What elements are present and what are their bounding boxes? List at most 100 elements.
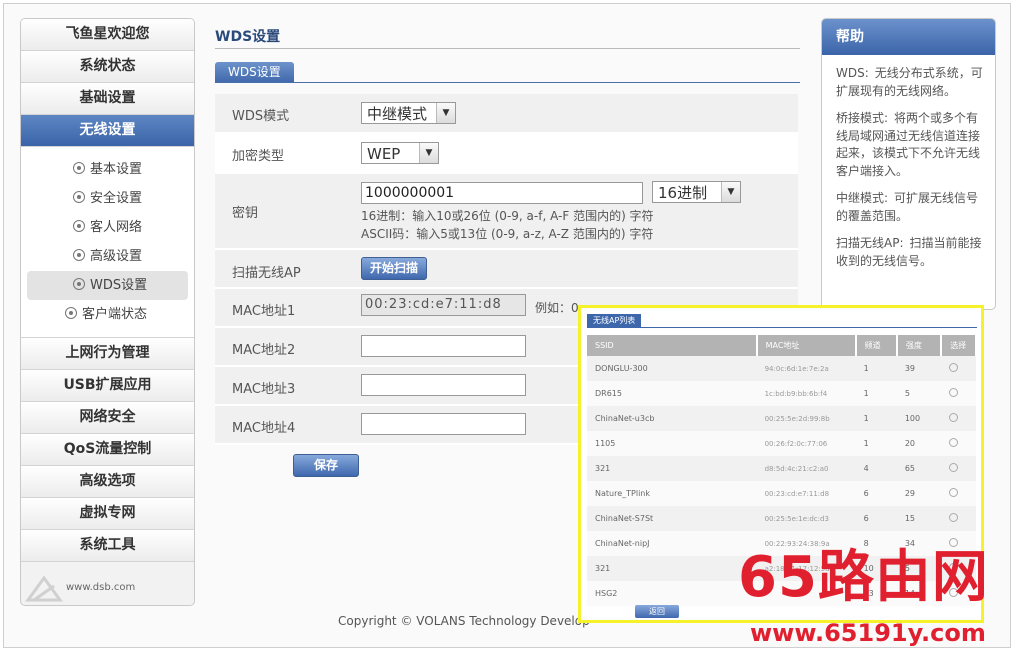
ap-channel: 6	[855, 481, 897, 506]
submenu-security[interactable]: 安全设置	[21, 184, 194, 213]
ap-select-cell	[941, 456, 976, 481]
ap-select-radio[interactable]	[949, 438, 959, 447]
key-hint-hex: 16进制：输入10或26位 (0-9, a-f, A-F 范围内的) 字符	[361, 209, 654, 223]
ap-select-radio[interactable]	[949, 513, 959, 522]
col-channel: 频道	[855, 335, 898, 356]
encryption-value: WEP	[367, 145, 401, 163]
ap-mac: 94:0c:6d:1e:7e:2a	[756, 356, 856, 381]
col-mac: MAC地址	[756, 335, 857, 356]
ap-mac: 1c:bd:b9:bb:6b:f4	[756, 381, 856, 406]
radio-icon	[73, 191, 85, 203]
tab-divider	[215, 82, 800, 83]
col-select: 选择	[941, 335, 977, 356]
wireless-submenu: 基本设置 安全设置 客人网络 高级设置 WDS设置 客户端状态	[21, 147, 194, 338]
ap-mac: 00:23:cd:e7:11:d8	[756, 481, 856, 506]
mac3-input[interactable]	[361, 374, 526, 396]
menu-behavior-mgmt[interactable]: 上网行为管理	[21, 338, 194, 370]
mac4-input[interactable]	[361, 413, 526, 435]
key-input[interactable]: 1000000001	[361, 182, 643, 204]
chevron-down-icon: ▼	[721, 182, 740, 202]
help-panel: 帮助 WDS: 无线分布式系统，可扩展现有的无线网络。 桥接模式: 将两个或多个有线…	[821, 18, 996, 310]
ap-strength: 100	[896, 406, 942, 431]
ap-ssid: ChinaNet-nipJ	[587, 531, 757, 556]
ap-select-cell	[941, 481, 976, 506]
row-encryption: 加密类型 WEP ▼	[215, 134, 798, 174]
ap-select-radio[interactable]	[949, 463, 959, 472]
ap-select-radio[interactable]	[949, 388, 959, 397]
watermark-logo: 65路由网	[738, 545, 989, 610]
ap-strength: 15	[896, 506, 942, 531]
menu-system-tools[interactable]: 系统工具	[21, 530, 194, 562]
chevron-down-icon: ▼	[419, 143, 438, 163]
radio-icon	[73, 162, 85, 174]
menu-usb[interactable]: USB扩展应用	[21, 370, 194, 402]
tab-wds[interactable]: WDS设置	[215, 62, 294, 83]
key-format-select[interactable]: 16进制 ▼	[652, 181, 741, 203]
ap-table-row[interactable]: DR615 1c:bd:b9:bb:6b:f4 1 5	[587, 381, 976, 406]
encryption-label: 加密类型	[232, 149, 285, 164]
ap-channel: 6	[855, 506, 897, 531]
submenu-client-status[interactable]: 客户端状态	[21, 300, 194, 329]
mac-example-text: 例如：0	[535, 301, 579, 315]
encryption-select[interactable]: WEP ▼	[361, 142, 439, 164]
ap-select-radio[interactable]	[949, 363, 959, 372]
menu-basic-settings[interactable]: 基础设置	[21, 83, 194, 115]
ap-ssid: DONGLU-300	[587, 356, 757, 381]
menu-welcome[interactable]: 飞鱼星欢迎您	[21, 19, 194, 51]
start-scan-button[interactable]: 开始扫描	[361, 257, 428, 280]
ap-mac: 00:26:f2:0c:77:06	[756, 431, 856, 456]
ap-list-tab: 无线AP列表	[587, 314, 642, 328]
ap-list-divider	[587, 327, 977, 328]
ap-table-row[interactable]: Nature_TPlink 00:23:cd:e7:11:d8 6 29	[587, 481, 976, 506]
watermark-url: www.65191y.com	[750, 619, 986, 647]
ap-strength: 65	[896, 456, 942, 481]
mac1-input[interactable]: 00:23:cd:e7:11:d8	[361, 294, 526, 316]
menu-qos[interactable]: QoS流量控制	[21, 434, 194, 466]
scan-label: 扫描无线AP	[232, 266, 301, 281]
help-para-bridge: 桥接模式: 将两个或多个有线局域网通过无线信道连接起来，该模式下不允许无线客户端接…	[836, 111, 981, 178]
save-button[interactable]: 保存	[293, 454, 360, 477]
ap-table-row[interactable]: ChinaNet-u3cb 00:25:5e:2d:99:8b 1 100	[587, 406, 976, 431]
ap-table-row[interactable]: 321 d8:5d:4c:21:c2:a0 4 65	[587, 456, 976, 481]
wds-mode-select[interactable]: 中继模式 ▼	[361, 102, 456, 124]
submenu-guest-network[interactable]: 客人网络	[21, 213, 194, 242]
key-label: 密钥	[232, 206, 259, 221]
ap-ssid: 321	[587, 556, 757, 581]
submenu-advanced[interactable]: 高级设置	[21, 242, 194, 271]
ap-table-header: SSID MAC地址 频道 强度 选择	[587, 335, 977, 356]
sidebar-menu: 飞鱼星欢迎您 系统状态 基础设置 无线设置 基本设置 安全设置 客人网络 高级设…	[20, 18, 195, 606]
ap-ssid: ChinaNet-u3cb	[587, 406, 757, 431]
col-strength: 强度	[896, 335, 943, 356]
ap-channel: 1	[855, 406, 897, 431]
ap-channel: 4	[855, 456, 897, 481]
mac2-input[interactable]	[361, 335, 526, 357]
key-hint-ascii: ASCII码：输入5或13位 (0-9, a-z, A-Z 范围内的) 字符	[361, 227, 654, 241]
menu-network-security[interactable]: 网络安全	[21, 402, 194, 434]
menu-vpn[interactable]: 虚拟专网	[21, 498, 194, 530]
menu-advanced-options[interactable]: 高级选项	[21, 466, 194, 498]
ap-strength: 29	[896, 481, 942, 506]
submenu-wds[interactable]: WDS设置	[27, 271, 188, 300]
ap-ssid: Nature_TPlink	[587, 481, 757, 506]
ap-table-row[interactable]: 1105 00:26:f2:0c:77:06 1 20	[587, 431, 976, 456]
ap-ssid: ChinaNet-S7St	[587, 506, 757, 531]
ap-select-radio[interactable]	[949, 488, 959, 497]
ap-table-row[interactable]: ChinaNet-S7St 00:25:5e:1e:dc:d3 6 15	[587, 506, 976, 531]
menu-system-status[interactable]: 系统状态	[21, 51, 194, 83]
help-title: 帮助	[822, 19, 995, 55]
brand-logo: www.dsb.com	[24, 572, 174, 608]
submenu-basic[interactable]: 基本设置	[21, 155, 194, 184]
ap-table-row[interactable]: DONGLU-300 94:0c:6d:1e:7e:2a 1 39	[587, 356, 976, 381]
title-divider	[215, 48, 800, 49]
logo-site-text: www.dsb.com	[66, 582, 136, 593]
back-button[interactable]: 返回	[635, 605, 679, 618]
ap-ssid: 1105	[587, 431, 757, 456]
mac4-label: MAC地址4	[232, 421, 296, 436]
ap-strength: 5	[896, 381, 942, 406]
radio-icon	[73, 249, 85, 261]
ap-select-cell	[941, 431, 976, 456]
ap-select-cell	[941, 406, 976, 431]
ap-channel: 1	[855, 381, 897, 406]
menu-wireless-settings[interactable]: 无线设置	[21, 115, 194, 147]
ap-select-radio[interactable]	[949, 413, 959, 422]
